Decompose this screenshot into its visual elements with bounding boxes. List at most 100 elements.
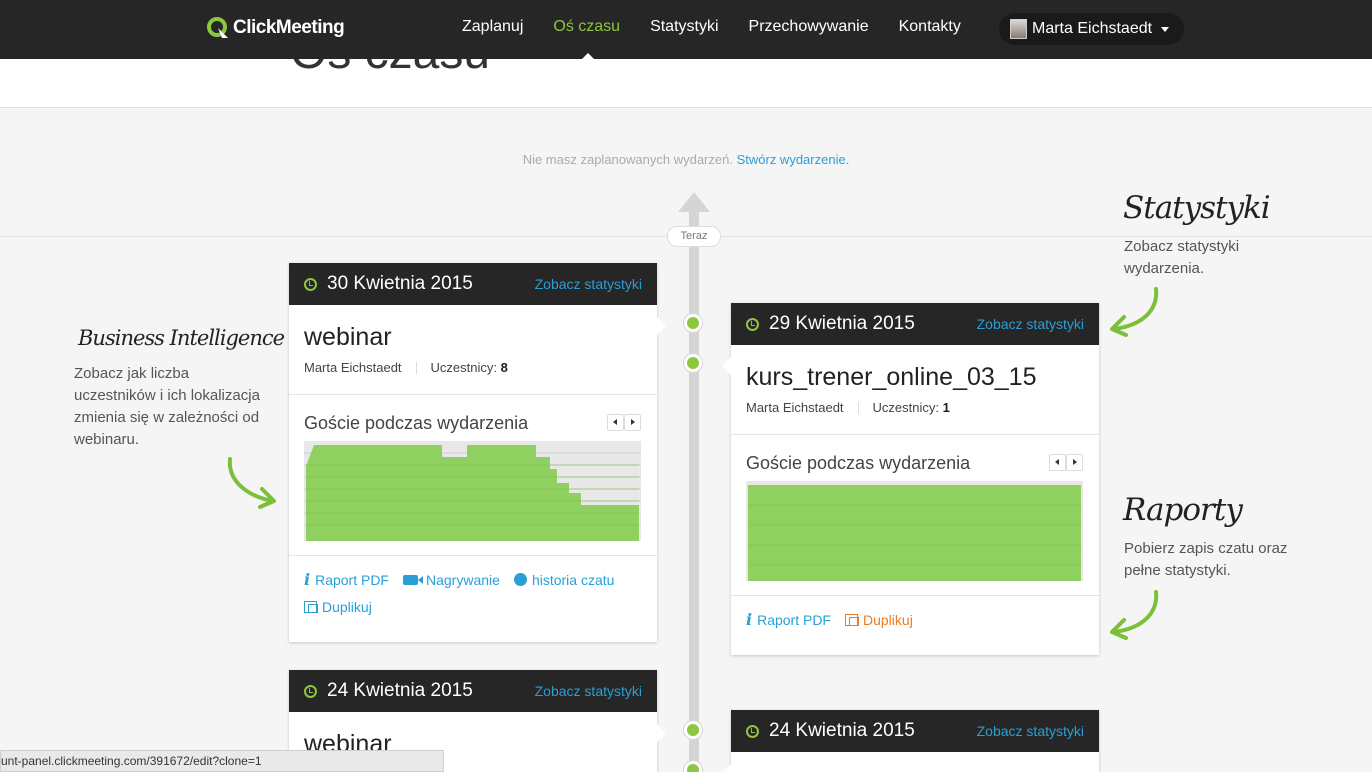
logo[interactable]: ClickMeeting [206,14,345,42]
note-text-raporty: Pobierz zapis czatu oraz pełne statystyk… [1124,540,1288,579]
clock-icon [304,684,317,698]
guests-area [748,485,1081,581]
card-body: kurs_trener_online_03_15 Marta Eichstaed… [731,345,1099,435]
chat-history-link[interactable]: historia czatu [513,570,614,589]
pdf-report-link[interactable]: i Raport PDF [746,610,831,629]
card-header: 24 Kwietnia 2015 Zobacz statystyki [289,670,657,712]
event-title[interactable]: kurs_trener_online_03_15 [746,363,1084,392]
pdf-report-link[interactable]: i Raport PDF [304,570,389,589]
event-card: 24 Kwietnia 2015 Zobacz statystyki [722,710,1099,772]
top-navbar: ClickMeeting Zaplanuj Oś czasu Statystyk… [0,0,1372,59]
chevron-down-icon [1161,26,1170,32]
curved-arrow-icon [1110,590,1159,640]
card-header: 29 Kwietnia 2015 Zobacz statystyki [731,303,1099,345]
page-title: Oś czasu [290,59,490,80]
chart-title: Goście podczas wydarzenia [304,413,529,433]
view-stats-link[interactable]: Zobacz statystyki [535,276,642,292]
timeline-dot [684,354,702,372]
view-stats-link[interactable]: Zobacz statystyki [977,723,1084,739]
note-text-statystyki: Zobacz statystyki wydarzenia. [1124,238,1240,277]
note-text-business-intelligence: Zobacz jak liczba uczestników i ich loka… [74,365,260,448]
user-menu[interactable]: Marta Eichstaedt [999,13,1184,45]
guests-chart [746,481,1083,581]
participants-count: 1 [942,400,950,415]
nav-item-statystyki[interactable]: Statystyki [650,18,718,36]
event-date: 24 Kwietnia 2015 [769,720,915,741]
card-pointer [722,764,731,772]
event-host: Marta Eichstaedt [304,360,402,375]
event-date: 29 Kwietnia 2015 [769,313,915,334]
chat-icon [513,573,527,586]
guests-chart [304,441,641,541]
view-stats-link[interactable]: Zobacz statystyki [535,683,642,699]
event-card: 29 Kwietnia 2015 Zobacz statystyki kurs_… [722,303,1099,655]
participants-label: Uczestnicy: [872,400,940,415]
timeline-dot [684,721,702,739]
duplicate-link[interactable]: Duplikuj [845,610,913,629]
event-card: 30 Kwietnia 2015 Zobacz statystyki webin… [289,263,666,642]
chart-pager [1049,454,1083,471]
action-label: Raport PDF [757,611,831,628]
action-label: Raport PDF [315,571,389,588]
duplicate-link[interactable]: Duplikuj [304,599,372,615]
logo-text: ClickMeeting [233,17,345,38]
chart-pager [607,414,641,431]
nav-item-zaplanuj[interactable]: Zaplanuj [462,18,523,36]
clock-icon [304,277,317,291]
action-label: Duplikuj [322,599,372,615]
timeline-line [689,210,699,772]
avatar [1010,19,1027,39]
create-event-link[interactable]: Stwórz wydarzenie. [737,152,850,167]
nav-item-przechowywanie[interactable]: Przechowywanie [749,18,869,36]
guests-area [306,445,639,541]
clock-icon [746,724,759,738]
meta-separator [857,401,859,414]
event-meta: Marta Eichstaedt Uczestnicy: 8 [304,360,642,375]
action-label: Duplikuj [863,611,913,628]
curved-arrow-icon [1110,287,1159,337]
nav-item-kontakty[interactable]: Kontakty [899,18,961,36]
card-header: 24 Kwietnia 2015 Zobacz statystyki [731,710,1099,752]
page-header: Oś czasu [0,59,1372,108]
event-host: Marta Eichstaedt [746,400,844,415]
card-actions: i Raport PDF Duplikuj [731,596,1099,651]
card-actions: i Raport PDF Nagrywanie historia czatu Du… [289,556,657,637]
browser-status-bar: unt-panel.clickmeeting.com/391672/edit?c… [0,750,444,772]
duplicate-icon [304,601,318,613]
chart-prev-icon[interactable] [607,414,624,431]
note-title-business-intelligence: Business Intelligence [78,326,285,350]
card-body: webinar Marta Eichstaedt Uczestnicy: 8 [289,305,657,395]
event-meta: Marta Eichstaedt Uczestnicy: 1 [746,400,1084,415]
now-marker: Teraz [667,226,721,247]
event-date: 30 Kwietnia 2015 [327,273,473,294]
duplicate-icon [845,613,859,626]
clock-icon [746,317,759,331]
active-nav-caret [582,53,594,59]
main-nav: Zaplanuj Oś czasu Statystyki Przechowywa… [462,18,991,36]
chart-prev-icon[interactable] [1049,454,1066,471]
card-pointer [722,357,731,375]
camera-icon [403,574,423,585]
event-date: 24 Kwietnia 2015 [327,680,473,701]
event-title[interactable]: webinar [304,323,642,352]
view-stats-link[interactable]: Zobacz statystyki [977,316,1084,332]
nav-item-os-czasu[interactable]: Oś czasu [553,18,620,36]
recording-link[interactable]: Nagrywanie [403,570,500,589]
curved-arrow-icon [227,457,276,509]
chart-next-icon[interactable] [624,414,641,431]
chart-next-icon[interactable] [1066,454,1083,471]
card-pointer [657,724,666,742]
participants-label: Uczestnicy: [430,360,498,375]
action-label: Nagrywanie [426,571,500,588]
info-icon: i [746,610,753,629]
participants-count: 8 [500,360,508,375]
timeline-dot [684,314,702,332]
card-header: 30 Kwietnia 2015 Zobacz statystyki [289,263,657,305]
timeline-arrow-icon [678,192,710,212]
info-icon: i [304,570,311,589]
empty-state-text: Nie masz zaplanowanych wydarzeń. [522,152,733,167]
guests-chart-section: Goście podczas wydarzenia [731,435,1099,596]
clickmeeting-logo-icon [206,16,230,40]
timeline-dot [684,761,702,772]
user-name: Marta Eichstaedt [1032,20,1153,37]
